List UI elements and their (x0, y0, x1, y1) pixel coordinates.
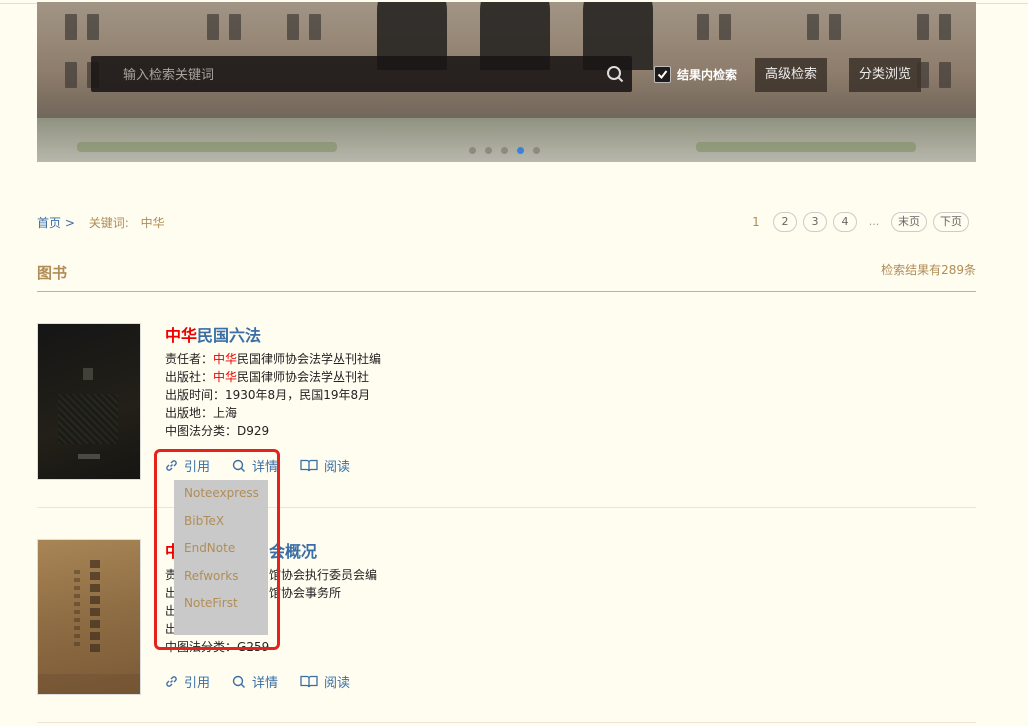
advanced-search-button[interactable]: 高级检索 (755, 58, 827, 92)
book-publisher: 出版社：中华民国律师协会法学丛刊社 (165, 370, 370, 384)
section-title: 图书 (37, 264, 68, 282)
search-icon[interactable] (606, 65, 624, 83)
page-current: 1 (752, 215, 760, 229)
page-ellipsis: ... (868, 215, 880, 228)
banner: 结果内检索 高级检索 分类浏览 (37, 2, 976, 162)
book-open-icon (300, 675, 318, 688)
carousel-dot[interactable] (469, 147, 476, 154)
read-button[interactable]: 阅读 (300, 456, 350, 475)
search-input[interactable] (121, 56, 595, 94)
read-button[interactable]: 阅读 (300, 672, 350, 691)
page-link[interactable]: 2 (773, 212, 797, 232)
book-place: 出版地：上海 (165, 406, 238, 420)
detail-button[interactable]: 详情 (232, 672, 278, 691)
breadcrumb-keyword: 中华 (140, 216, 165, 230)
book-author: 责任者：中华民国律师协会法学丛刊社编 (165, 352, 382, 366)
breadcrumb-keyword-label: 关键词: (88, 216, 129, 230)
carousel-dot-active[interactable] (517, 147, 524, 154)
annotation-highlight-box (154, 449, 280, 650)
carousel-dots (469, 147, 540, 154)
book-actions: 引用 详情 阅读 (165, 672, 372, 691)
browse-category-button[interactable]: 分类浏览 (849, 58, 921, 92)
breadcrumb-home[interactable]: 首页 > (37, 216, 75, 230)
carousel-dot[interactable] (485, 147, 492, 154)
book-date: 出版时间：1930年8月，民国19年8月 (165, 388, 371, 402)
item-divider (37, 722, 976, 723)
book-cover[interactable] (37, 539, 141, 695)
within-results-toggle[interactable]: 结果内检索 (654, 65, 737, 83)
book-open-icon (300, 459, 318, 472)
banner-ground (37, 118, 976, 162)
carousel-dot[interactable] (501, 147, 508, 154)
next-page-button[interactable]: 下页 (933, 212, 969, 232)
checkmark-icon (657, 69, 668, 79)
search-icon (232, 675, 246, 688)
section-divider (37, 291, 976, 292)
within-results-label: 结果内检索 (677, 67, 738, 82)
page-link[interactable]: 4 (833, 212, 857, 232)
checkbox[interactable] (654, 65, 671, 83)
link-icon (166, 676, 177, 687)
pagination: 1 2 3 4 ... 末页 下页 (745, 212, 975, 232)
book-meta: 责任者：中华民国律师协会法学丛刊社编 出版社：中华民国律师协会法学丛刊社 出版时… (165, 350, 381, 440)
breadcrumb: 首页 > 关键词: 中华 (37, 214, 165, 231)
book-classification: 中图法分类：D929 (165, 424, 270, 438)
book-cover[interactable] (37, 323, 141, 480)
search-box (91, 56, 632, 94)
result-count: 检索结果有289条 (881, 263, 976, 277)
carousel-dot[interactable] (533, 147, 540, 154)
cite-button[interactable]: 引用 (165, 672, 210, 691)
last-page-button[interactable]: 末页 (891, 212, 927, 232)
page-link[interactable]: 3 (803, 212, 827, 232)
book-title-link[interactable]: 中华民国六法 (165, 322, 261, 346)
